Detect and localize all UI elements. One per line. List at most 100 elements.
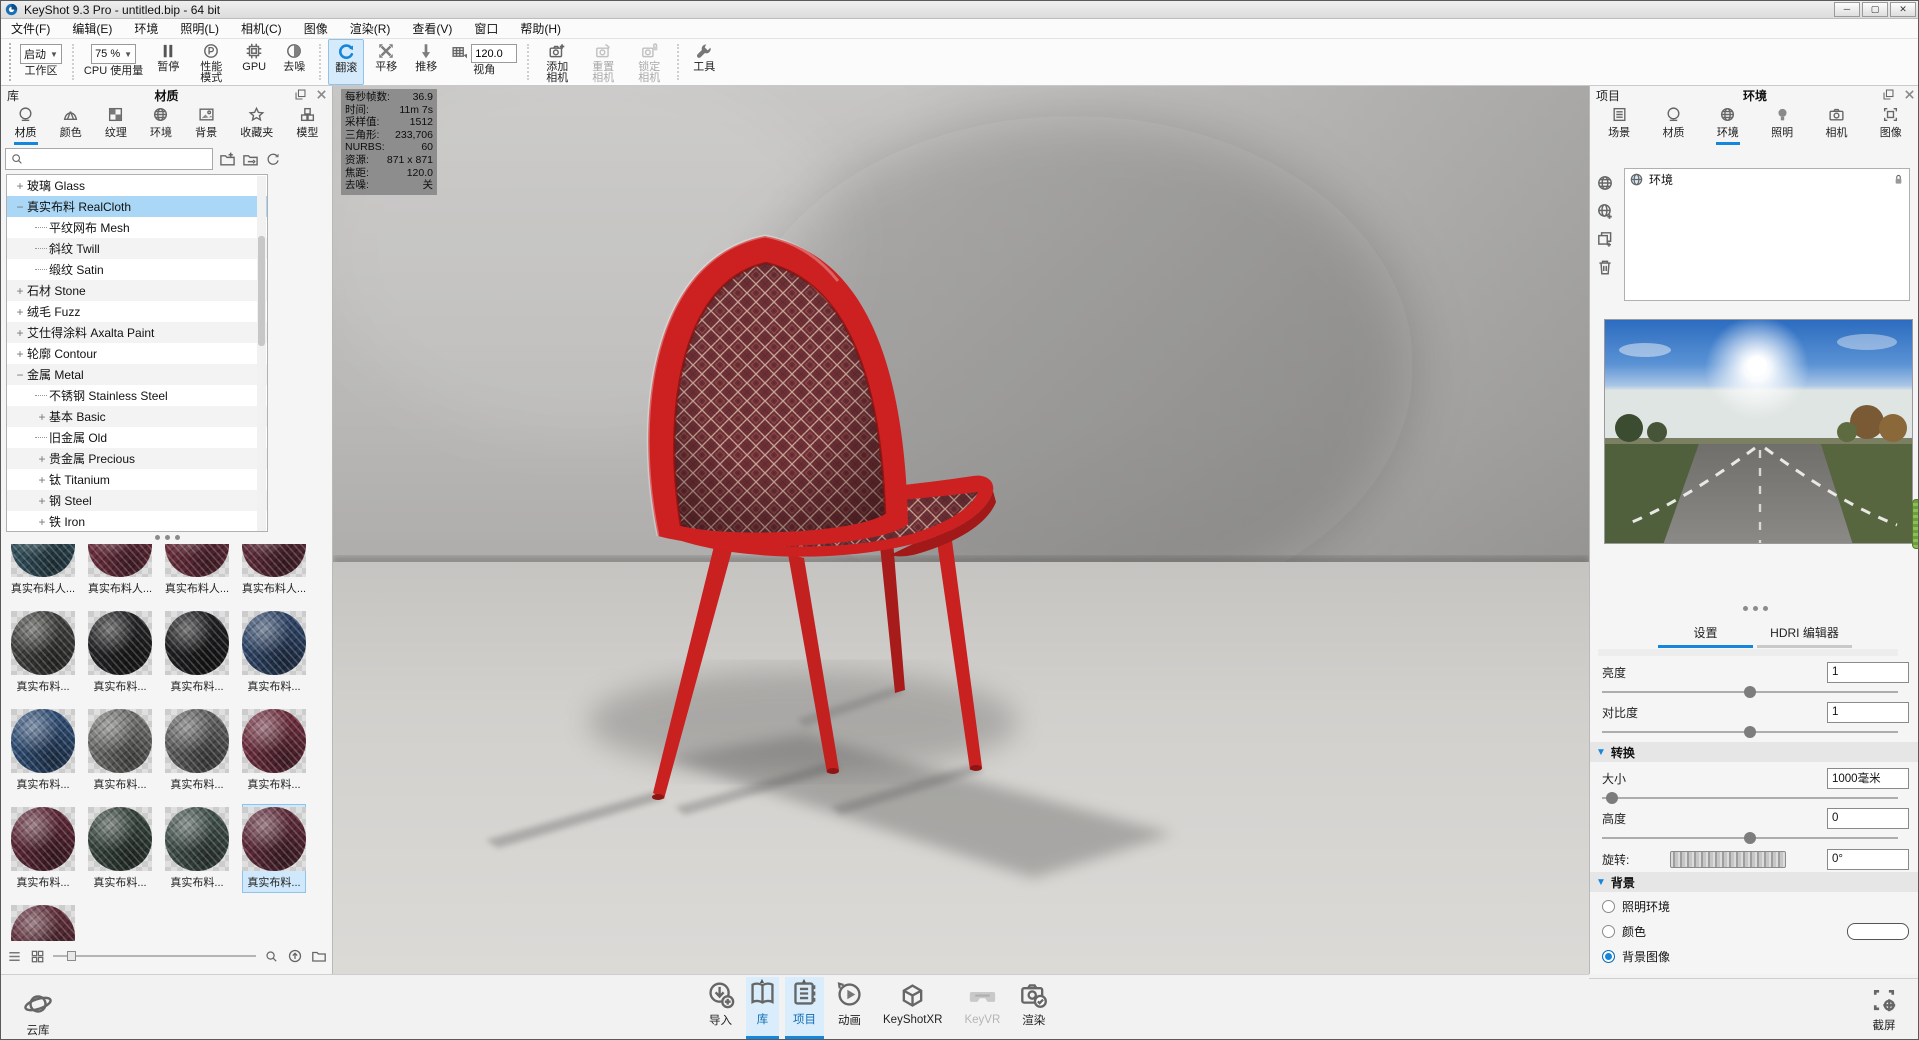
tree-item[interactable]: 缎纹 Satin xyxy=(7,259,267,280)
add-camera-button[interactable]: 添加 相机 xyxy=(536,39,578,85)
material-thumbnail[interactable]: 真实布料人... xyxy=(88,541,152,599)
tree-item[interactable]: + 贵金属 Precious xyxy=(7,448,267,469)
float-panel-icon[interactable] xyxy=(294,88,307,101)
menu-item[interactable]: 相机(C) xyxy=(241,20,282,37)
add-environment-icon[interactable] xyxy=(1596,202,1614,220)
library-tab-globe[interactable]: 环境 xyxy=(149,104,173,145)
library-search-box[interactable] xyxy=(5,148,213,170)
background-option-row[interactable]: 照明环境 xyxy=(1602,894,1909,919)
menu-item[interactable]: 渲染(R) xyxy=(350,20,391,37)
library-tab-checker[interactable]: 纹理 xyxy=(104,104,128,145)
tumble-button[interactable]: 翻滚 xyxy=(328,39,365,85)
bottom-button-import[interactable]: 导入 xyxy=(701,977,740,1039)
tree-item[interactable]: 不锈钢 Stainless Steel xyxy=(7,385,267,406)
expand-icon[interactable]: + xyxy=(35,452,49,466)
toolbar-grip[interactable] xyxy=(9,43,14,81)
project-tab-bulb[interactable]: 照明 xyxy=(1770,104,1794,145)
radio-button[interactable] xyxy=(1602,900,1615,913)
material-thumbnail[interactable]: 真实布料... xyxy=(165,804,229,893)
duplicate-environment-icon[interactable] xyxy=(1596,230,1614,248)
bottom-button-anim[interactable]: 动画 xyxy=(830,977,869,1039)
library-tab-photo[interactable]: 背景 xyxy=(194,104,218,145)
dolly-button[interactable]: 推移 xyxy=(408,39,444,85)
expand-icon[interactable]: + xyxy=(35,515,49,529)
project-tab-globe[interactable]: 环境 xyxy=(1715,104,1740,145)
float-panel-icon[interactable] xyxy=(1882,88,1895,101)
collapse-icon[interactable]: − xyxy=(13,368,27,382)
menu-item[interactable]: 窗口 xyxy=(474,20,498,37)
rotation-input[interactable]: 0° xyxy=(1827,848,1909,870)
material-thumbnail[interactable]: 真实布料... xyxy=(242,804,306,893)
material-thumbnail[interactable]: 真实布料人... xyxy=(11,541,75,599)
cpu-usage-dropdown[interactable]: 75 % ▼ xyxy=(91,44,137,64)
cloud-library-button[interactable]: 云库 xyxy=(15,983,61,1039)
menu-item[interactable]: 图像 xyxy=(304,20,328,37)
tab-settings[interactable]: 设置 xyxy=(1658,624,1753,648)
startup-dropdown[interactable]: 启动 ▼ xyxy=(20,44,62,64)
project-tab-sphere[interactable]: 材质 xyxy=(1661,104,1685,145)
material-thumbnail[interactable]: 真实布料... xyxy=(11,804,75,893)
environment-globe-icon[interactable] xyxy=(1596,174,1614,192)
expand-icon[interactable]: + xyxy=(13,305,27,319)
radio-button[interactable] xyxy=(1602,950,1615,963)
project-tab-camera[interactable]: 相机 xyxy=(1824,104,1848,145)
folder-add-icon[interactable] xyxy=(219,151,236,168)
contrast-input[interactable]: 1 xyxy=(1827,701,1909,723)
bottom-button-pages[interactable]: ▲ 项目 xyxy=(785,977,824,1039)
background-color-swatch[interactable] xyxy=(1847,923,1909,940)
lock-icon[interactable] xyxy=(1892,173,1905,186)
tree-item[interactable]: + 艾仕得涂料 Axalta Paint xyxy=(7,322,267,343)
size-slider[interactable] xyxy=(1602,792,1898,804)
bottom-button-xr[interactable]: KeyShotXR xyxy=(875,977,950,1039)
folder-sync-icon[interactable] xyxy=(242,151,259,168)
menu-item[interactable]: 查看(V) xyxy=(412,20,452,37)
folder-icon[interactable] xyxy=(311,948,327,964)
brightness-input[interactable]: 1 xyxy=(1827,661,1909,683)
grid-view-icon[interactable] xyxy=(30,949,45,964)
material-thumbnail[interactable]: 真实布料... xyxy=(11,608,75,697)
library-tab-cubes[interactable]: 模型 xyxy=(295,104,319,145)
expand-icon[interactable]: + xyxy=(13,179,27,193)
expand-icon[interactable]: + xyxy=(13,347,27,361)
background-option-row[interactable]: 颜色 xyxy=(1602,919,1909,944)
library-tab-sphere[interactable]: 材质 xyxy=(13,104,38,145)
lock-camera-button[interactable]: 锁定 相机 xyxy=(628,39,670,85)
expand-icon[interactable]: + xyxy=(35,410,49,424)
tree-scrollbar[interactable] xyxy=(257,176,266,531)
material-thumbnail[interactable]: 真实布料... xyxy=(88,706,152,795)
material-thumbnail[interactable]: 真实布料... xyxy=(165,706,229,795)
tab-hdri-editor[interactable]: HDRI 编辑器 xyxy=(1757,624,1852,648)
maximize-button[interactable]: ▢ xyxy=(1862,2,1888,17)
library-tab-star[interactable]: 收藏夹 xyxy=(239,104,274,145)
panel-scrollbar-thumb[interactable] xyxy=(1912,499,1918,549)
menu-item[interactable]: 照明(L) xyxy=(180,20,219,37)
material-thumbnail[interactable]: 真实布料... xyxy=(11,902,75,941)
pause-button[interactable]: 暂停 xyxy=(150,39,186,85)
gpu-button[interactable]: GPU xyxy=(236,39,272,85)
material-thumbnail[interactable]: 真实布料... xyxy=(88,608,152,697)
delete-environment-icon[interactable] xyxy=(1596,258,1614,276)
tools-button[interactable]: 工具 xyxy=(686,39,722,85)
reset-camera-button[interactable]: 重置 相机 xyxy=(582,39,624,85)
collapse-icon[interactable]: − xyxy=(13,200,27,214)
size-input[interactable]: 1000毫米 xyxy=(1827,767,1909,789)
background-option-selected[interactable]: 背景图像 xyxy=(1602,944,1909,969)
denoise-button[interactable]: 去噪 xyxy=(276,39,312,85)
pan-button[interactable]: 平移 xyxy=(368,39,404,85)
realtime-viewport[interactable]: 每秒帧数: 36.9 时间: 11m 7s 采样值: 1512 三角形: 233,706 NUR… xyxy=(333,86,1589,974)
tree-item[interactable]: + 铁 Iron xyxy=(7,511,267,531)
tree-item[interactable]: − 真实布料 RealCloth xyxy=(7,196,267,217)
close-panel-icon[interactable] xyxy=(1903,88,1916,101)
minimize-button[interactable]: ─ xyxy=(1834,2,1860,17)
project-tab-scene[interactable]: 场景 xyxy=(1607,104,1631,145)
bottom-button-book[interactable]: ▲ 库 xyxy=(746,977,779,1039)
material-thumbnail[interactable]: 真实布料... xyxy=(165,608,229,697)
thumbnail-size-slider[interactable] xyxy=(53,951,256,961)
close-button[interactable]: ✕ xyxy=(1890,2,1916,17)
library-splitter-handle[interactable] xyxy=(1,535,333,540)
tree-item[interactable]: 斜纹 Twill xyxy=(7,238,267,259)
transform-section-header[interactable]: ▼ 转换 xyxy=(1590,742,1918,762)
background-section-header[interactable]: ▼ 背景 xyxy=(1590,872,1918,892)
expand-icon[interactable]: + xyxy=(35,473,49,487)
tree-item[interactable]: + 绒毛 Fuzz xyxy=(7,301,267,322)
